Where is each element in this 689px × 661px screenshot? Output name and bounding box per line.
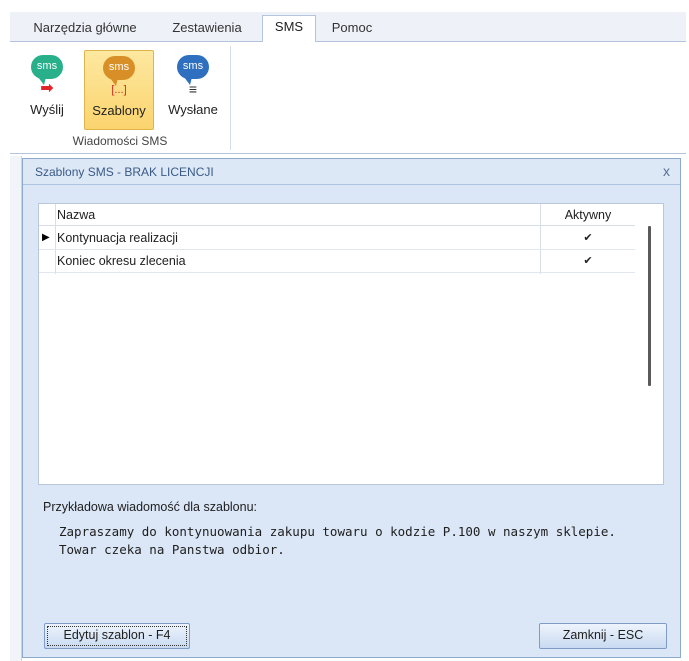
tab-pomoc[interactable]: Pomoc	[322, 17, 382, 42]
templates-label: Szablony	[92, 103, 146, 118]
column-header-aktywny[interactable]: Aktywny	[541, 208, 635, 222]
edit-template-button[interactable]: Edytuj szablon - F4	[44, 623, 190, 649]
active-checkmark[interactable]: ✔	[541, 254, 635, 267]
tab-narzedzia-glowne[interactable]: Narzędzia główne	[24, 17, 146, 42]
column-header-nazwa[interactable]: Nazwa	[57, 208, 95, 222]
preview-line: Zapraszamy do kontynuowania zakupu towar…	[59, 524, 616, 539]
dialog-title: Szablony SMS - BRAK LICENCJI	[35, 165, 214, 179]
template-brackets-icon: [...]	[111, 84, 127, 96]
templates-grid: Nazwa Aktywny ▶ Kontynuacja realizacji ✔…	[38, 203, 664, 485]
template-name-cell: Koniec okresu zlecenia	[57, 254, 186, 268]
ribbon-panel: sms ➡ Wyślij sms [...] Szablony sms ≡ Wy…	[10, 42, 686, 154]
close-icon[interactable]: x	[663, 163, 670, 179]
dialog-titlebar: Szablony SMS - BRAK LICENCJI x	[23, 159, 680, 185]
table-row[interactable]: ▶ Kontynuacja realizacji ✔	[39, 227, 635, 250]
preview-message: Zapraszamy do kontynuowania zakupu towar…	[59, 523, 616, 559]
arrow-right-icon: ➡	[40, 80, 54, 97]
sent-sms-label: Wysłane	[168, 102, 218, 117]
templates-button[interactable]: sms [...] Szablony	[84, 50, 154, 130]
ribbon-group-separator	[230, 46, 231, 150]
tab-sms[interactable]: SMS	[262, 15, 316, 43]
tab-zestawienia[interactable]: Zestawienia	[160, 17, 254, 42]
sent-sms-button[interactable]: sms ≡ Wysłane	[158, 50, 228, 130]
send-sms-label: Wyślij	[30, 102, 64, 117]
sms-templates-icon: sms	[103, 56, 135, 86]
preview-line: Towar czeka na Panstwa odbior.	[59, 542, 285, 557]
templates-dialog: Szablony SMS - BRAK LICENCJI x Nazwa Akt…	[22, 158, 681, 658]
active-checkmark[interactable]: ✔	[541, 231, 635, 244]
send-sms-button[interactable]: sms ➡ Wyślij	[14, 50, 80, 130]
workspace-left-strip	[10, 156, 22, 661]
template-name-cell: Kontynuacja realizacji	[57, 231, 178, 245]
grid-scrollbar[interactable]	[635, 204, 663, 484]
preview-label: Przykładowa wiadomość dla szablonu:	[43, 500, 257, 514]
ribbon-group-label: Wiadomości SMS	[72, 134, 168, 148]
table-row[interactable]: Koniec okresu zlecenia ✔	[39, 250, 635, 273]
sms-sent-icon: sms	[177, 55, 209, 85]
ribbon-tab-bar: Narzędzia główne Zestawienia SMS Pomoc	[10, 12, 686, 43]
close-button[interactable]: Zamknij - ESC	[539, 623, 667, 649]
scroll-thumb[interactable]	[648, 226, 651, 386]
grid-header: Nazwa Aktywny	[39, 204, 635, 226]
list-lines-icon: ≡	[188, 81, 198, 97]
row-pointer-icon: ▶	[42, 232, 50, 243]
sms-send-icon: sms	[31, 55, 63, 85]
